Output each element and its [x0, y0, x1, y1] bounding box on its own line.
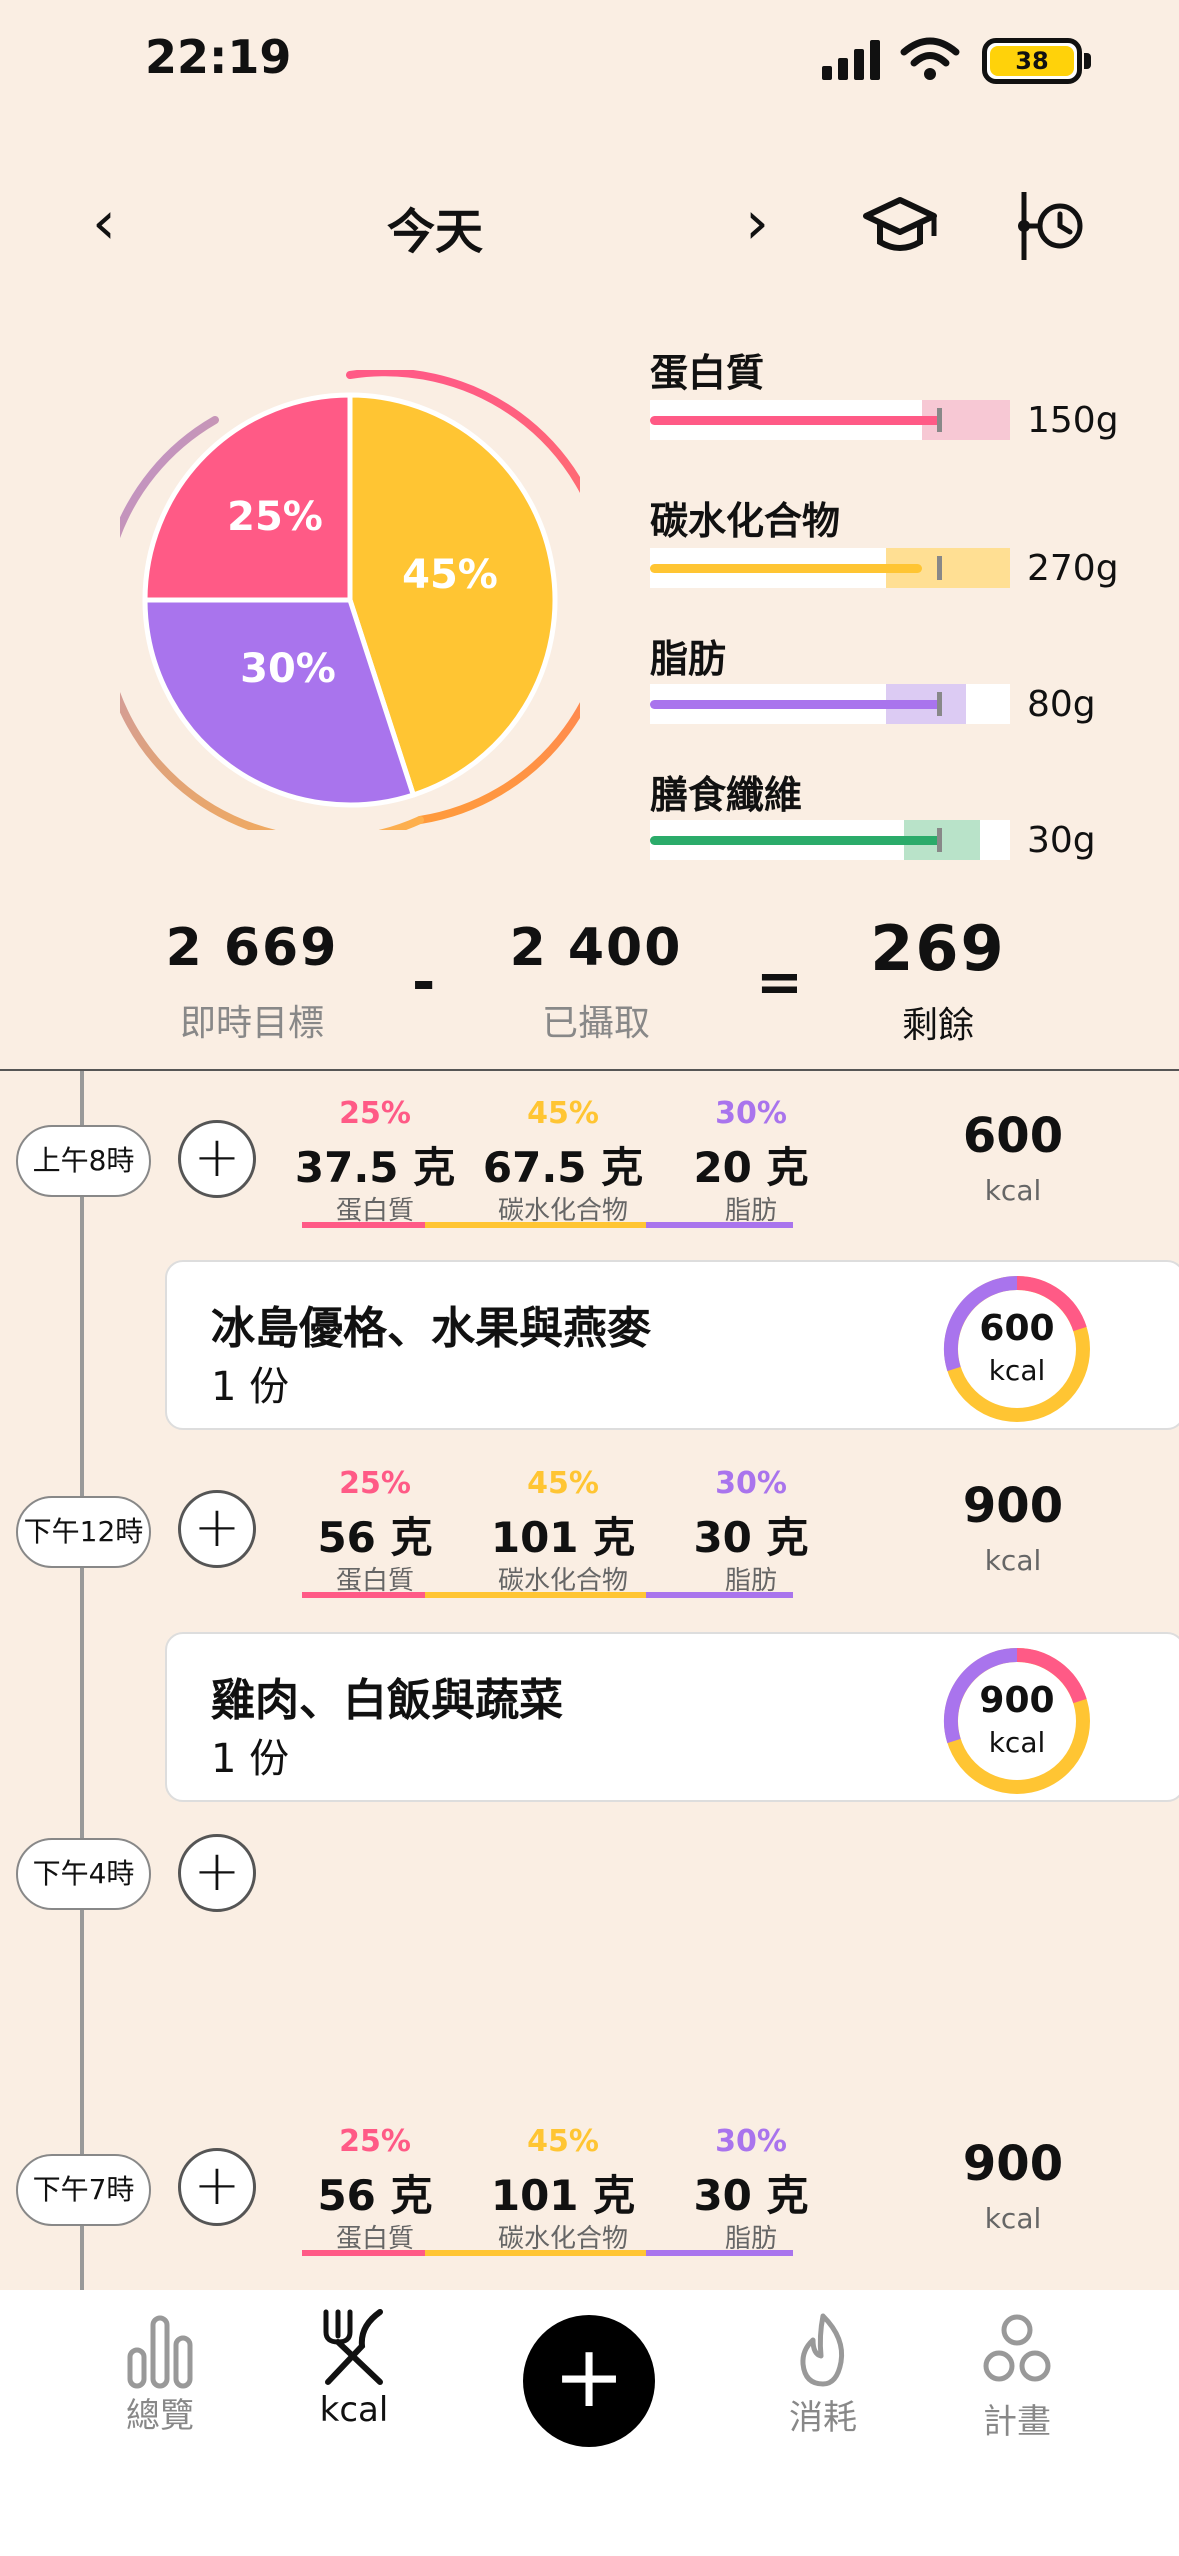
- plan-circles-icon[interactable]: [977, 2310, 1057, 2390]
- macro-pie-chart: 25% 45% 30%: [120, 370, 580, 830]
- carbs-pct: 45%: [527, 1096, 599, 1131]
- meal-kcal-unit: kcal: [988, 1354, 1046, 1387]
- meal-macro-ring: [943, 1647, 1090, 1794]
- protein-segment: [302, 2250, 425, 2256]
- pie-label-fat: 30%: [240, 646, 336, 692]
- flame-icon[interactable]: [783, 2310, 863, 2390]
- fat-pct: 30%: [715, 1096, 787, 1131]
- graduation-cap-icon[interactable]: [860, 186, 940, 266]
- protein-segment: [302, 1592, 425, 1598]
- slot-kcal: 600: [962, 1108, 1064, 1164]
- equals-sign: =: [756, 950, 803, 1015]
- fat-grams: 30 克: [693, 1513, 809, 1562]
- protein-pct: 25%: [339, 2124, 411, 2159]
- protein-grams: 56 克: [317, 1513, 433, 1562]
- fiber-label: 膳食纖維: [650, 773, 803, 817]
- timeline-clock-icon[interactable]: [1010, 186, 1090, 266]
- add-button[interactable]: +: [523, 2315, 655, 2447]
- wifi-icon: [900, 37, 960, 80]
- fat-segment: [646, 1592, 793, 1598]
- carbs-grams: 67.5 克: [482, 1143, 644, 1192]
- slot-kcal: 900: [962, 2136, 1064, 2192]
- carbs-grams: 101 克: [490, 2171, 636, 2220]
- slot-kcal: 900: [962, 1478, 1064, 1534]
- add-meal-button[interactable]: +: [178, 1120, 256, 1198]
- add-meal-button[interactable]: +: [178, 2148, 256, 2226]
- fat-pct: 30%: [715, 2124, 787, 2159]
- time-slot-pill[interactable]: 下午4時: [16, 1838, 151, 1910]
- slot-kcal-unit: kcal: [984, 2202, 1042, 2235]
- next-day-button[interactable]: ›: [745, 188, 769, 258]
- protein-bar: [650, 400, 1010, 440]
- timeline-line: [80, 1071, 84, 2291]
- meal-macro-ring: [943, 1275, 1090, 1422]
- pie-label-protein: 25%: [227, 494, 323, 540]
- carbs-segment: [425, 2250, 646, 2256]
- fat-label: 脂肪: [650, 637, 727, 681]
- protein-grams: 37.5 克: [294, 1143, 456, 1192]
- carbs-bar: [650, 548, 1010, 588]
- slot-kcal-unit: kcal: [984, 1174, 1042, 1207]
- protein-label: 蛋白質: [650, 351, 765, 395]
- meal-card[interactable]: 雞肉、白飯與蔬菜 1 份 900 kcal: [165, 1632, 1179, 1802]
- carbs-segment: [425, 1222, 646, 1228]
- time-slot-pill[interactable]: 下午12時: [16, 1496, 151, 1568]
- tab-kcal[interactable]: kcal: [274, 2390, 434, 2430]
- protein-segment: [302, 1222, 425, 1228]
- eaten-value: 2 400: [509, 918, 683, 978]
- carbs-pct: 45%: [527, 1466, 599, 1501]
- tab-overview[interactable]: 總覽: [80, 2388, 240, 2437]
- carbs-grams: 101 克: [490, 1513, 636, 1562]
- slot-kcal-unit: kcal: [984, 1544, 1042, 1577]
- add-meal-button[interactable]: +: [178, 1490, 256, 1568]
- remaining-value: 269: [870, 912, 1006, 985]
- fat-target: 80g: [1027, 684, 1096, 725]
- fat-grams: 20 克: [693, 1143, 809, 1192]
- meal-name: 冰島優格、水果與燕麥: [211, 1303, 651, 1354]
- tab-burn[interactable]: 消耗: [743, 2390, 903, 2439]
- fat-segment: [646, 2250, 793, 2256]
- fat-grams: 30 克: [693, 2171, 809, 2220]
- fiber-bar: [650, 820, 1010, 860]
- meal-card[interactable]: 冰島優格、水果與燕麥 1 份 600 kcal: [165, 1260, 1179, 1430]
- protein-pct: 25%: [339, 1466, 411, 1501]
- protein-target: 150g: [1027, 400, 1119, 441]
- meal-name: 雞肉、白飯與蔬菜: [211, 1675, 563, 1726]
- signal-icon: [822, 40, 880, 80]
- page-title: 今天: [386, 204, 483, 260]
- pie-label-carbs: 45%: [402, 552, 498, 598]
- meal-quantity: 1 份: [211, 1736, 290, 1782]
- status-time: 22:19: [145, 30, 292, 84]
- fat-segment: [646, 1222, 793, 1228]
- eaten-label: 已攝取: [541, 1003, 650, 1044]
- fiber-target: 30g: [1027, 820, 1096, 861]
- goal-label: 即時目標: [179, 1003, 324, 1044]
- remaining-label: 剩餘: [901, 1005, 974, 1046]
- meal-kcal-unit: kcal: [988, 1726, 1046, 1759]
- protein-pct: 25%: [339, 1096, 411, 1131]
- fork-knife-icon[interactable]: [314, 2306, 394, 2386]
- battery-level: 38: [1015, 47, 1049, 75]
- battery-icon: 38: [982, 38, 1091, 84]
- fat-bar: [650, 684, 1010, 724]
- minus-sign: -: [412, 950, 436, 1015]
- time-slot-pill[interactable]: 下午7時: [16, 2154, 151, 2226]
- carbs-target: 270g: [1027, 548, 1119, 589]
- carbs-label: 碳水化合物: [650, 499, 841, 543]
- time-slot-pill[interactable]: 上午8時: [16, 1125, 151, 1197]
- meal-kcal: 600: [979, 1308, 1055, 1349]
- carbs-pct: 45%: [527, 2124, 599, 2159]
- protein-grams: 56 克: [317, 2171, 433, 2220]
- bar-chart-icon[interactable]: [120, 2310, 200, 2390]
- add-meal-button[interactable]: +: [178, 1834, 256, 1912]
- divider: [0, 1069, 1179, 1071]
- meal-kcal: 900: [979, 1680, 1055, 1721]
- goal-value: 2 669: [165, 918, 339, 978]
- carbs-segment: [425, 1592, 646, 1598]
- meal-quantity: 1 份: [211, 1364, 290, 1410]
- tab-plan[interactable]: 計畫: [937, 2394, 1097, 2443]
- fat-pct: 30%: [715, 1466, 787, 1501]
